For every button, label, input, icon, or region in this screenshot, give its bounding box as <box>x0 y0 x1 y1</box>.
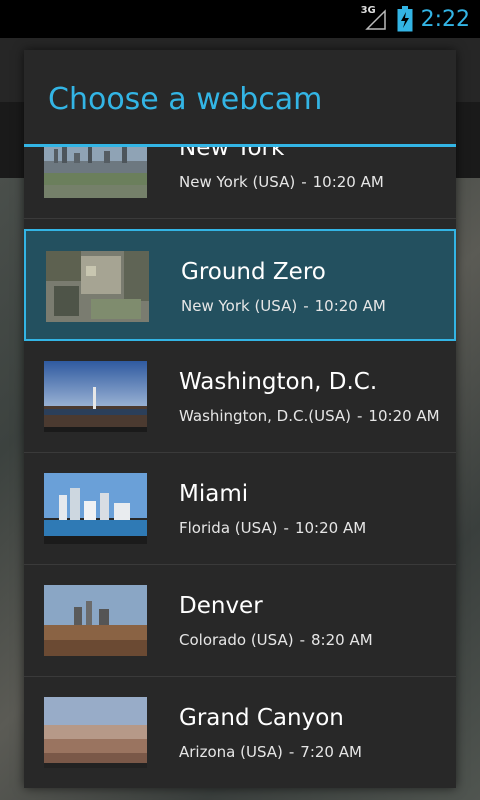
webcam-thumbnail-denver <box>44 585 147 656</box>
webcam-thumbnail-ground-zero <box>46 251 149 322</box>
webcam-subtitle: Arizona (USA) -7:20 AM <box>179 743 362 761</box>
webcam-subtitle: Florida (USA) -10:20 AM <box>179 519 367 537</box>
list-item-grand-canyon[interactable]: Grand Canyon Arizona (USA) -7:20 AM <box>24 677 456 788</box>
webcam-thumbnail-washington-dc <box>44 361 147 432</box>
battery-charging-icon <box>397 6 413 32</box>
webcam-thumbnail-new-york <box>44 147 147 198</box>
webcam-subtitle: Washington, D.C.(USA) -10:20 AM <box>179 407 440 425</box>
webcam-name: Washington, D.C. <box>179 369 378 395</box>
status-time: 2:22 <box>420 6 470 32</box>
webcam-thumbnail-miami <box>44 473 147 544</box>
signal-3g-icon: 3G <box>361 5 389 33</box>
status-bar: 3G 2:22 <box>0 0 480 38</box>
webcam-name: Denver <box>179 593 263 619</box>
list-item-new-york[interactable]: New York New York (USA) -10:20 AM <box>24 147 456 219</box>
dialog-title: Choose a webcam <box>48 82 323 117</box>
list-item-denver[interactable]: Denver Colorado (USA) -8:20 AM <box>24 565 456 677</box>
list-item-miami[interactable]: Miami Florida (USA) -10:20 AM <box>24 453 456 565</box>
webcam-name: Ground Zero <box>181 259 326 285</box>
webcam-name: Grand Canyon <box>179 705 344 731</box>
list-item-washington-dc[interactable]: Washington, D.C. Washington, D.C.(USA) -1… <box>24 341 456 453</box>
list-item-ground-zero[interactable]: Ground Zero New York (USA) -10:20 AM <box>24 229 456 341</box>
webcam-name: Miami <box>179 481 249 507</box>
webcam-thumbnail-grand-canyon <box>44 697 147 768</box>
webcam-subtitle: New York (USA) -10:20 AM <box>179 173 384 191</box>
webcam-name: New York <box>179 147 285 161</box>
webcam-list[interactable]: New York New York (USA) -10:20 AM Ground … <box>24 147 456 788</box>
webcam-subtitle: New York (USA) -10:20 AM <box>181 297 386 315</box>
webcam-subtitle: Colorado (USA) -8:20 AM <box>179 631 373 649</box>
webcam-chooser-dialog: Choose a webcam New York New York (USA) … <box>24 50 456 788</box>
